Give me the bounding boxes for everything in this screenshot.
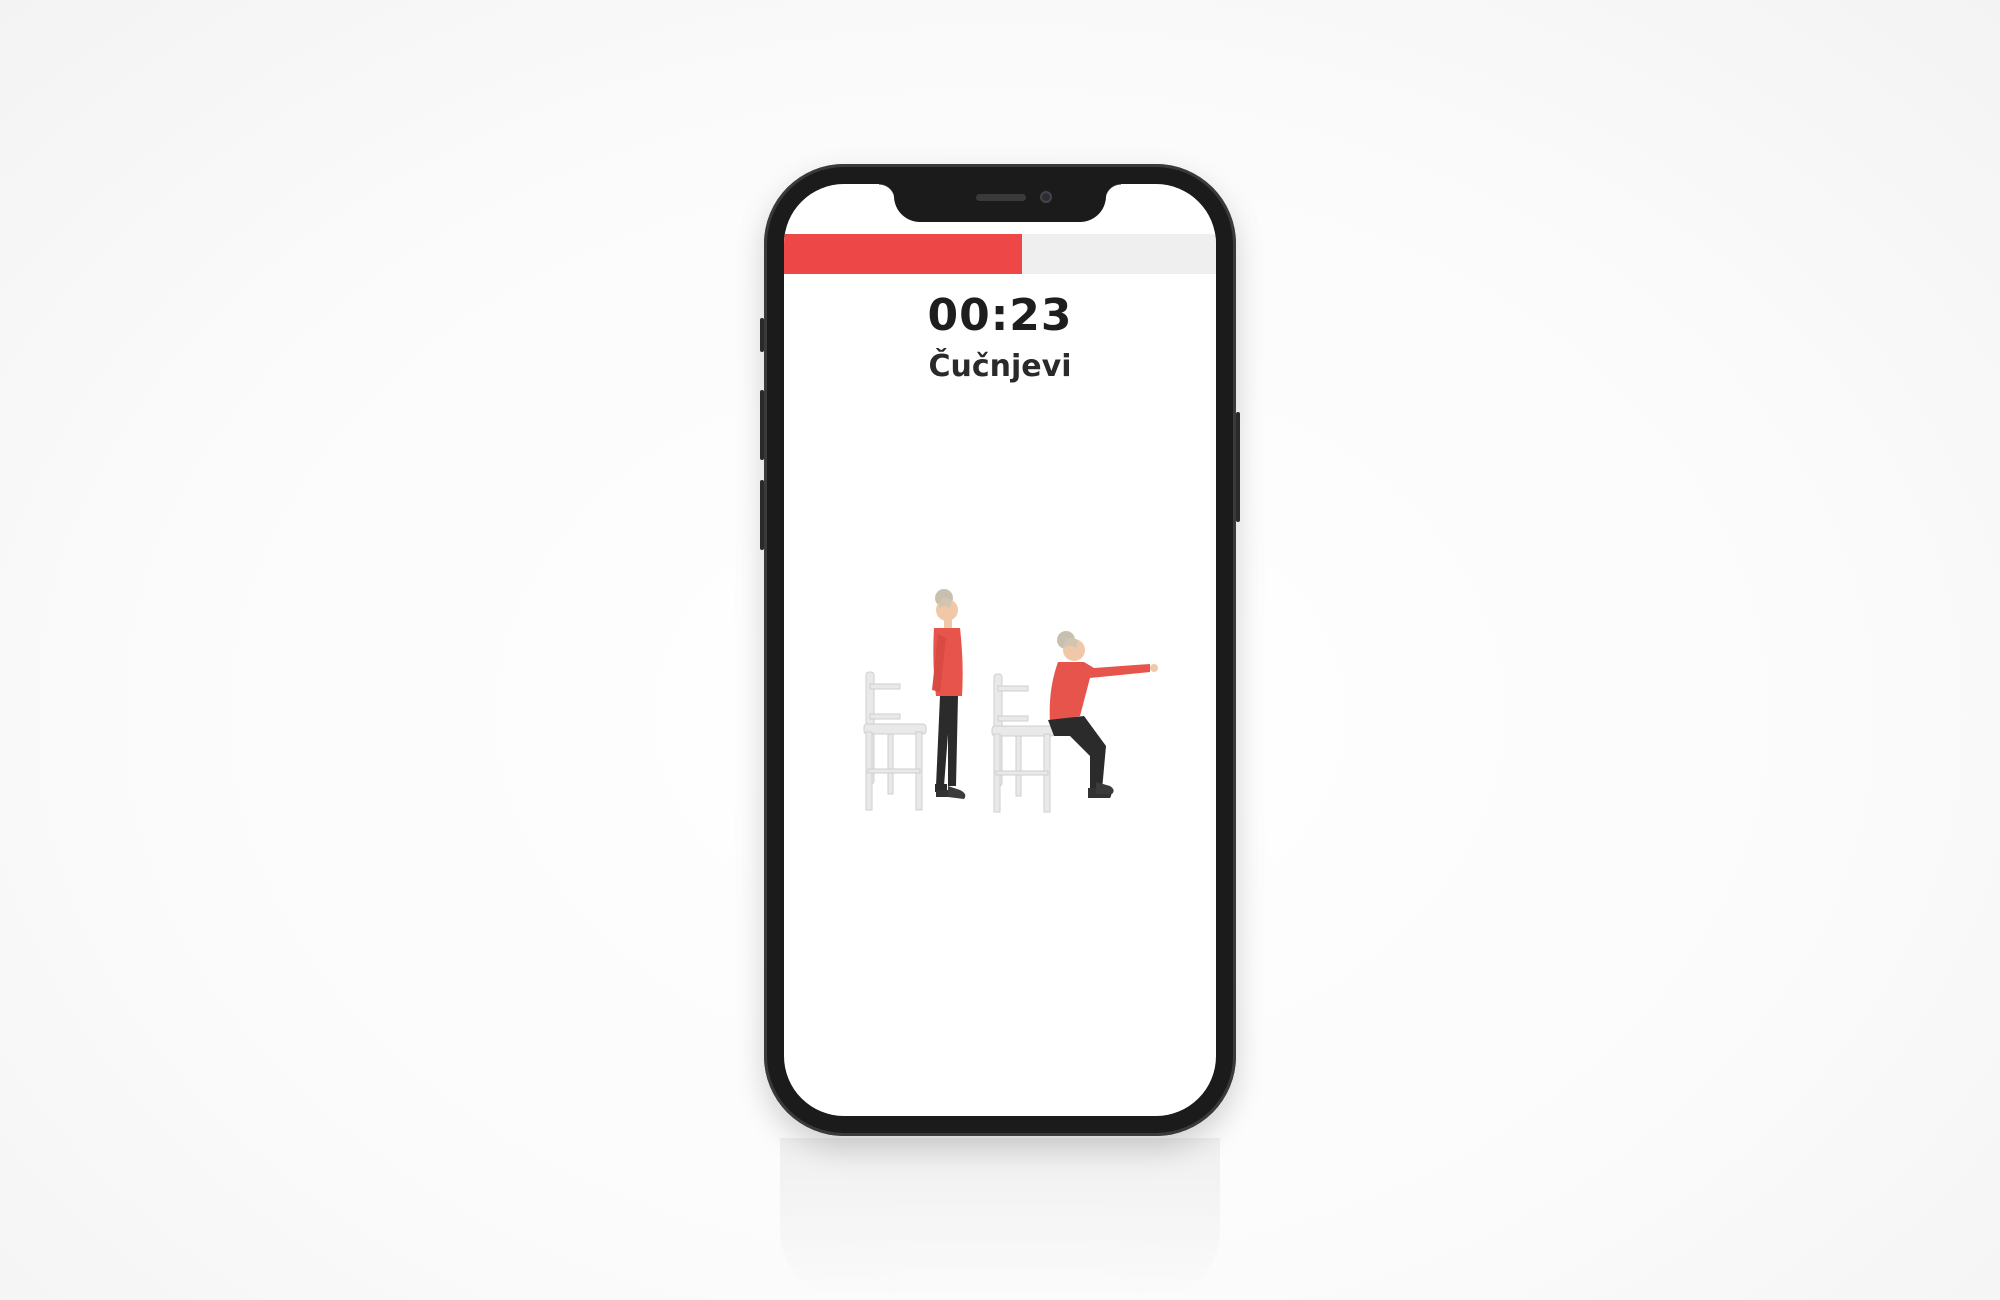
mockup-stage: 00:23 Čučnjevi — [0, 0, 2000, 1300]
front-camera-icon — [1040, 191, 1052, 203]
phone-frame: 00:23 Čučnjevi — [760, 164, 1240, 1136]
volume-up-button — [760, 390, 764, 460]
woman-squatting — [1048, 631, 1158, 798]
exercise-title: Čučnjevi — [928, 349, 1072, 384]
exercise-timer: 00:23 — [927, 290, 1073, 341]
squat-exercise-illustration — [863, 589, 1158, 813]
chair-right — [991, 673, 1055, 813]
mute-switch — [760, 318, 764, 352]
exercise-progress-fill — [784, 234, 1022, 274]
chair-left — [863, 671, 927, 811]
phone-notch — [879, 184, 1121, 222]
speaker-grille — [976, 194, 1026, 201]
exercise-progress-bar — [784, 234, 1216, 274]
power-button — [1236, 412, 1240, 522]
phone-reflection — [780, 1138, 1220, 1300]
woman-standing — [932, 589, 966, 799]
volume-down-button — [760, 480, 764, 550]
phone-screen: 00:23 Čučnjevi — [784, 184, 1216, 1116]
